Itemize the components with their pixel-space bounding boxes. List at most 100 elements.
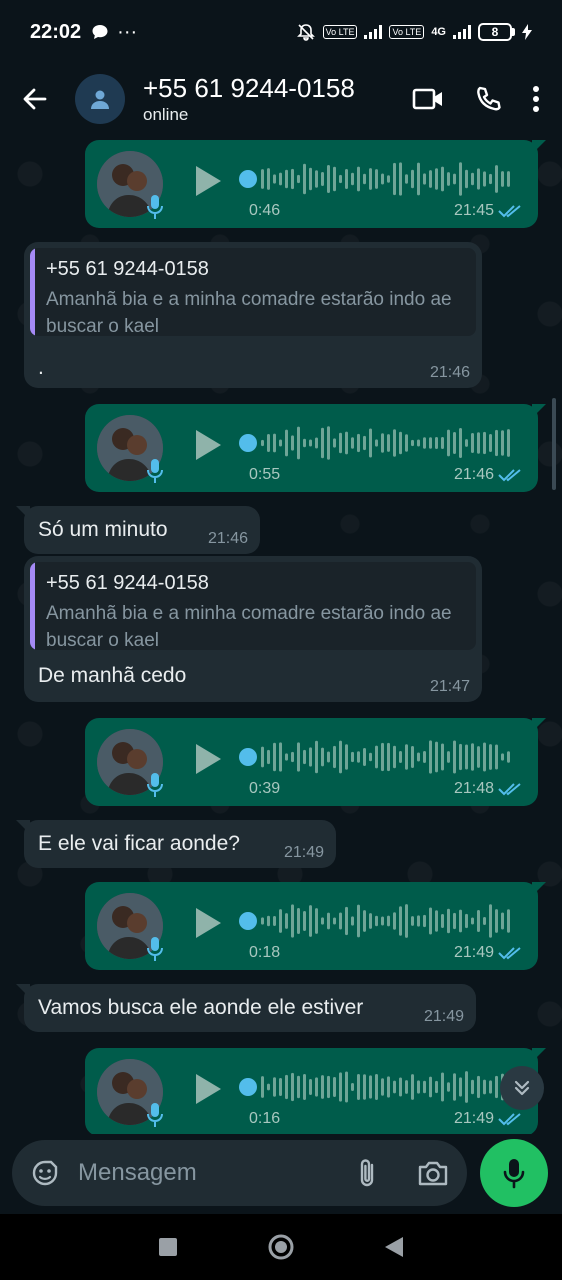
nav-circle-icon[interactable] <box>267 1233 295 1261</box>
reply-message[interactable]: +55 61 9244-0158 Amanhã bia e a minha co… <box>24 556 482 702</box>
voice-message[interactable]: 0:16 21:49 <box>85 1048 546 1134</box>
waveform-bar <box>387 1076 390 1098</box>
waveform-bar <box>375 915 378 927</box>
nav-back-triangle-icon[interactable] <box>383 1235 405 1259</box>
waveform-bar <box>465 1071 468 1103</box>
waveform-bar <box>297 742 300 772</box>
status-bar: 22:02 ··· Vo LTE Vo LTE 4G 8 <box>0 0 562 64</box>
waveform-bar <box>435 436 438 450</box>
message-input-container[interactable] <box>12 1140 467 1206</box>
waveform-bar <box>501 171 504 187</box>
text-message[interactable]: E ele vai ficar aonde? 21:49 <box>16 820 336 868</box>
message-time: 21:45 <box>453 202 494 219</box>
waveform-bar <box>363 910 366 932</box>
playback-position-dot[interactable] <box>239 1078 257 1096</box>
contact-info[interactable]: +55 61 9244-0158 online <box>143 73 355 125</box>
voice-duration: 0:18 <box>249 944 281 961</box>
waveform-bar <box>291 1072 294 1102</box>
voice-message[interactable]: 0:39 21:48 <box>85 718 546 806</box>
play-icon[interactable] <box>193 742 223 776</box>
waveform-bar <box>357 751 360 763</box>
waveform-bar <box>333 438 336 448</box>
voice-duration: 0:55 <box>249 466 281 483</box>
system-nav-bar <box>0 1214 562 1280</box>
waveform-bar <box>375 745 378 769</box>
waveform[interactable] <box>261 160 517 198</box>
playback-position-dot[interactable] <box>239 748 257 766</box>
waveform-bar <box>303 749 306 765</box>
playback-position-dot[interactable] <box>239 170 257 188</box>
scrollbar-thumb[interactable] <box>552 398 556 490</box>
waveform-bar <box>459 909 462 933</box>
waveform[interactable] <box>261 738 517 776</box>
sticker-icon <box>32 1160 58 1186</box>
waveform-bar <box>489 744 492 770</box>
waveform-bar <box>285 753 288 761</box>
play-icon[interactable] <box>193 1072 223 1106</box>
waveform-bar <box>327 912 330 930</box>
waveform-bar <box>261 917 264 925</box>
scroll-to-bottom-button[interactable] <box>500 1066 544 1110</box>
phone-icon[interactable] <box>474 85 502 113</box>
voice-record-button[interactable] <box>480 1139 548 1207</box>
camera-icon[interactable] <box>417 1159 449 1187</box>
play-icon[interactable] <box>193 164 223 198</box>
waveform-bar <box>447 429 450 457</box>
waveform-bar <box>495 1075 498 1099</box>
playback-position-dot[interactable] <box>239 434 257 452</box>
message-time: 21:49 <box>453 944 494 961</box>
mic-icon <box>147 459 163 483</box>
waveform-bar <box>285 913 288 929</box>
play-icon[interactable] <box>193 906 223 940</box>
play-icon[interactable] <box>193 428 223 462</box>
back-arrow-icon <box>23 88 47 110</box>
voice-message[interactable]: 0:46 21:45 <box>85 140 546 228</box>
paperclip-icon[interactable] <box>357 1157 377 1189</box>
text-message[interactable]: Vamos busca ele aonde ele estiver 21:49 <box>16 984 476 1032</box>
waveform-bar <box>333 917 336 925</box>
waveform-bar <box>273 1077 276 1097</box>
more-vert-icon[interactable] <box>532 85 540 113</box>
voice-duration: 0:39 <box>249 780 281 797</box>
quoted-message[interactable]: +55 61 9244-0158 Amanhã bia e a minha co… <box>30 562 476 650</box>
waveform-bar <box>507 429 510 457</box>
playback-position-dot[interactable] <box>239 912 257 930</box>
waveform-bar <box>345 1071 348 1103</box>
waveform-bar <box>477 746 480 768</box>
waveform-bar <box>435 741 438 773</box>
waveform-bar <box>321 172 324 186</box>
waveform[interactable] <box>261 424 517 462</box>
voice-duration: 0:46 <box>249 202 281 219</box>
video-call-icon[interactable] <box>412 87 444 111</box>
network-type: 4G <box>431 26 446 38</box>
back-button[interactable] <box>0 64 70 134</box>
reply-message[interactable]: +55 61 9244-0158 Amanhã bia e a minha co… <box>24 242 482 388</box>
waveform-bar <box>285 169 288 189</box>
contact-avatar[interactable] <box>75 74 125 124</box>
message-input[interactable] <box>78 1159 338 1187</box>
waveform-bar <box>267 1083 270 1091</box>
nav-square-icon[interactable] <box>157 1236 179 1258</box>
waveform-bar <box>399 162 402 196</box>
waveform-bar <box>423 437 426 449</box>
waveform[interactable] <box>261 902 517 940</box>
chevron-double-down-icon <box>514 1080 530 1096</box>
text-message[interactable]: Só um minuto 21:46 <box>16 506 260 554</box>
waveform-bar <box>273 433 276 453</box>
quoted-message[interactable]: +55 61 9244-0158 Amanhã bia e a minha co… <box>30 248 476 336</box>
waveform-bar <box>327 1075 330 1099</box>
voice-message[interactable]: 0:18 21:49 <box>85 882 546 970</box>
voice-message[interactable]: 0:55 21:46 <box>85 404 546 492</box>
waveform-bar <box>381 916 384 926</box>
waveform[interactable] <box>261 1068 517 1106</box>
waveform-bar <box>465 913 468 929</box>
waveform-bar <box>501 430 504 456</box>
double-check-icon <box>498 783 521 796</box>
waveform-bar <box>321 917 324 925</box>
sticker-button[interactable] <box>12 1158 78 1188</box>
waveform-bar <box>471 743 474 771</box>
chat-messages[interactable]: 0:46 21:45 +55 61 9244-0158 Amanhã bia e… <box>0 134 562 1134</box>
waveform-bar <box>429 170 432 188</box>
waveform-bar <box>501 753 504 761</box>
waveform-bar <box>291 168 294 190</box>
